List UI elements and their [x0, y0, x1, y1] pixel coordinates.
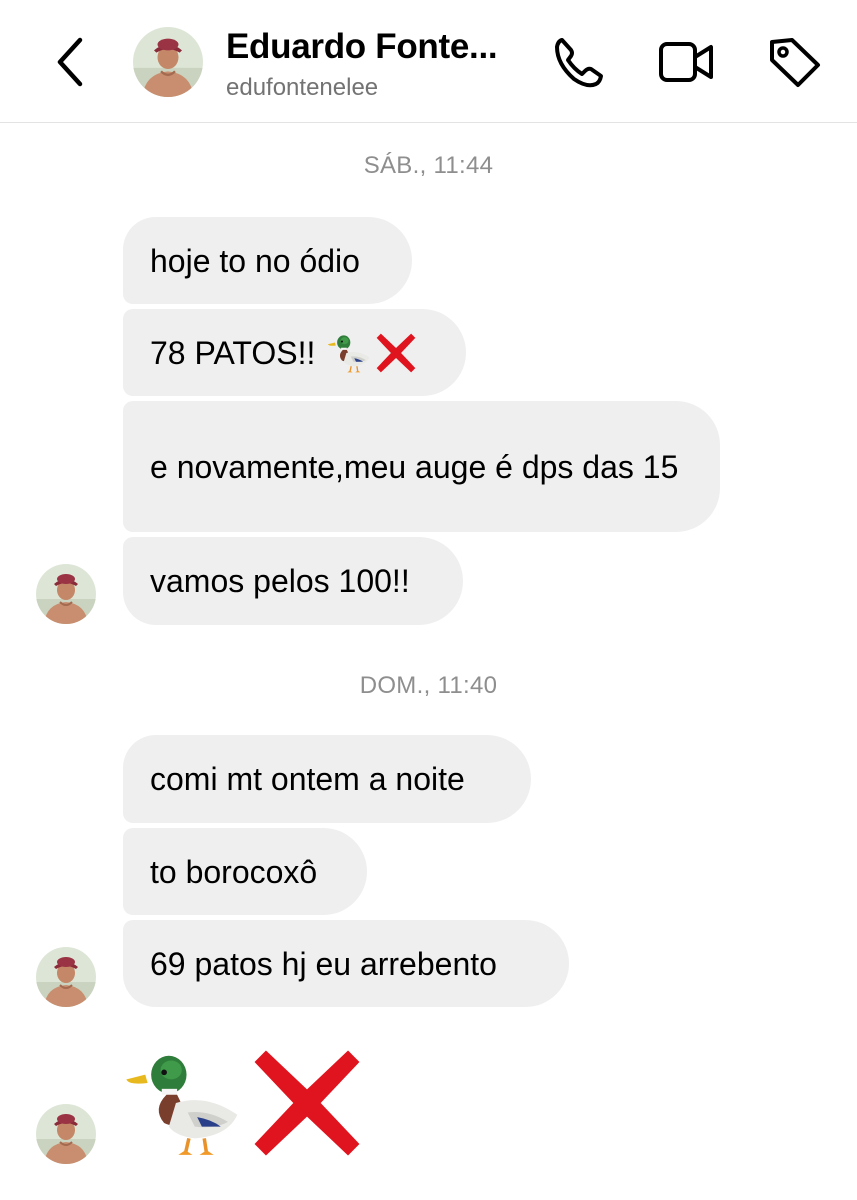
avatar[interactable] — [36, 1104, 96, 1164]
tag-icon — [770, 38, 820, 87]
duck-icon — [124, 1044, 242, 1162]
message-text: 69 patos hj eu arrebento — [150, 945, 497, 982]
message-text: hoje to no ódio — [150, 242, 360, 279]
message-bubble[interactable]: vamos pelos 100!! — [123, 537, 463, 625]
duck-icon — [327, 331, 371, 375]
message-bubble[interactable]: 69 patos hj eu arrebento — [123, 920, 569, 1007]
message-bubble[interactable]: comi mt ontem a noite — [123, 735, 531, 823]
video-call-button[interactable] — [656, 32, 716, 92]
avatar[interactable] — [36, 947, 96, 1007]
phone-icon — [555, 38, 603, 88]
chat-header: Eduardo Fonte... edufontenelee — [0, 0, 857, 123]
message-text: comi mt ontem a noite — [150, 761, 465, 797]
timestamp: DOM., 11:40 — [359, 672, 498, 699]
cross-mark-icon — [375, 332, 417, 374]
timestamp: SÁB., 11:44 — [363, 152, 494, 179]
avatar[interactable] — [36, 564, 96, 624]
call-button[interactable] — [548, 32, 608, 92]
message-text: e novamente,meu auge é dps das 15 — [150, 448, 679, 485]
message-text: to borocoxô — [150, 853, 318, 890]
label-button[interactable] — [764, 32, 824, 92]
message-text: 78 PATOS!! — [150, 334, 316, 371]
chevron-left-icon — [57, 37, 83, 87]
back-button[interactable] — [48, 36, 92, 88]
emoji-message[interactable] — [124, 1044, 374, 1164]
cross-mark-icon — [250, 1046, 364, 1160]
message-bubble[interactable]: hoje to no ódio — [123, 217, 412, 304]
message-text: vamos pelos 100!! — [150, 563, 410, 599]
contact-handle: edufontenelee — [226, 74, 379, 101]
message-bubble[interactable]: e novamente,meu auge é dps das 15 — [123, 401, 720, 532]
video-camera-icon — [659, 42, 713, 82]
avatar[interactable] — [133, 27, 203, 97]
contact-name[interactable]: Eduardo Fonte... — [226, 27, 498, 67]
message-bubble[interactable]: 78 PATOS!! — [123, 309, 466, 396]
message-bubble[interactable]: to borocoxô — [123, 828, 367, 915]
